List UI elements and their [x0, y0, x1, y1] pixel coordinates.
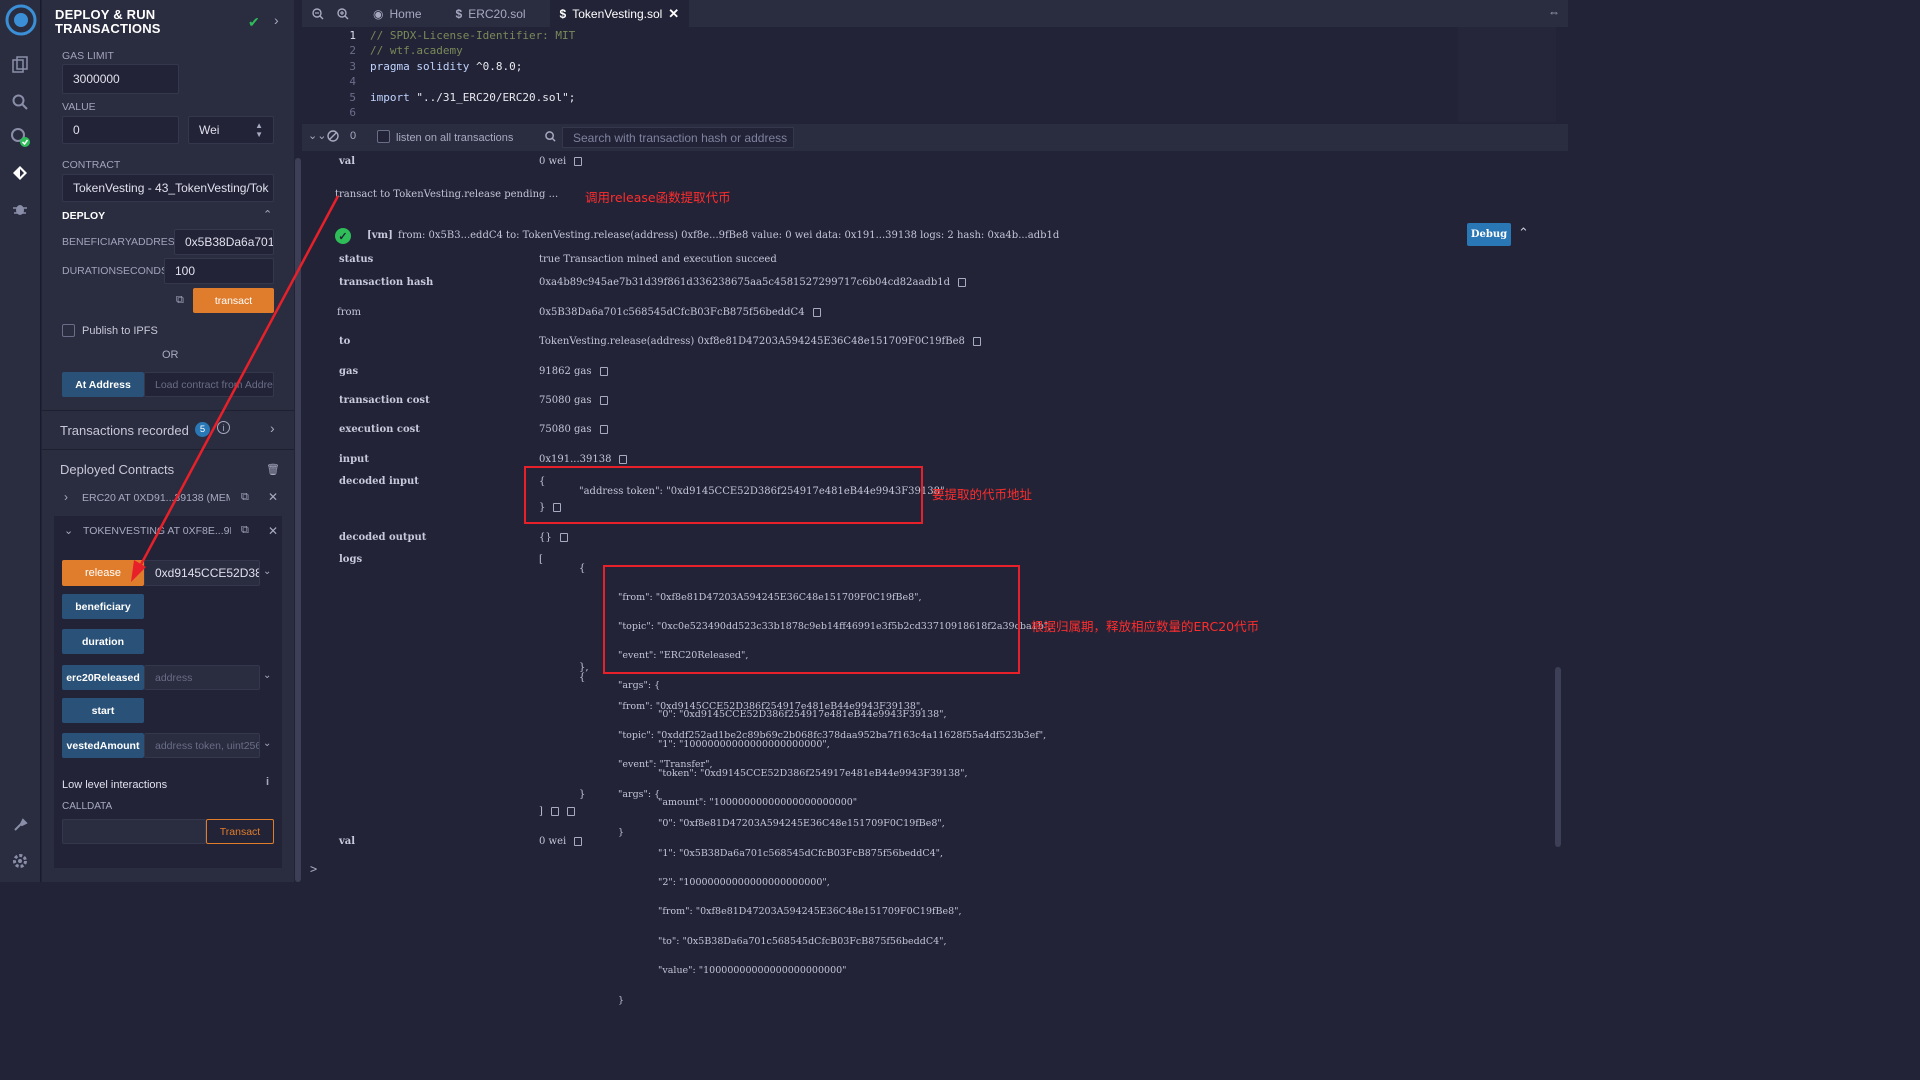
- log-line: "value": "10000000000000000000000": [658, 965, 847, 977]
- log-line: }: [618, 994, 625, 1006]
- annotation-arrow: [131, 195, 340, 582]
- log-line: "from": "0xf8e81D47203A594245E36C48e1517…: [658, 906, 962, 918]
- log-line: "to": "0x5B38Da6a701c568545dCfcB03FcB875…: [658, 935, 947, 947]
